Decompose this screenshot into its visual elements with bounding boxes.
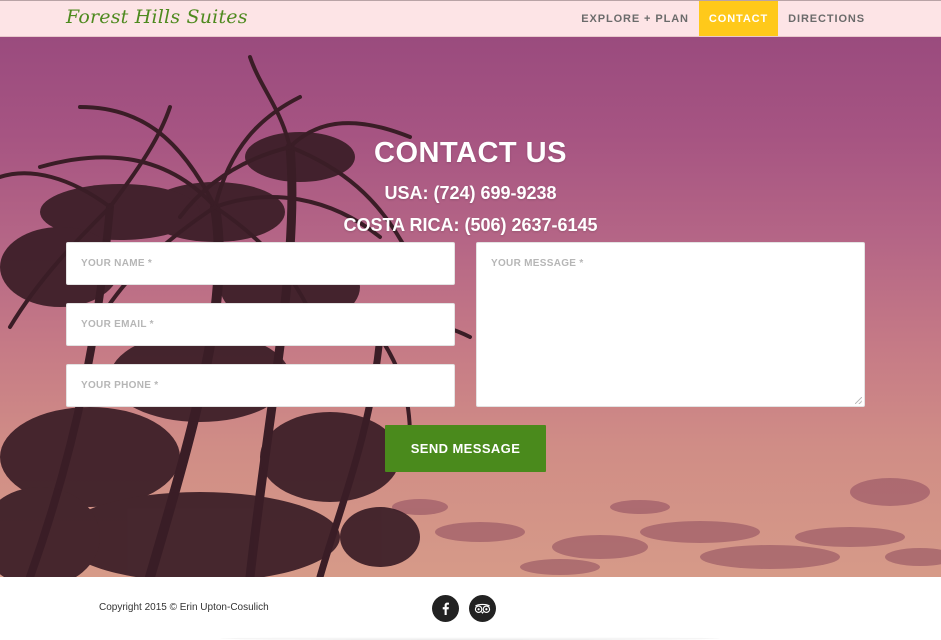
top-navbar: Forest Hills Suites EXPLORE + PLAN CONTA… [0, 0, 941, 37]
message-placeholder: YOUR MESSAGE * [491, 258, 584, 269]
send-message-button[interactable]: SEND MESSAGE [385, 425, 546, 472]
name-input[interactable]: YOUR NAME * [66, 242, 455, 285]
phone-input[interactable]: YOUR PHONE * [66, 364, 455, 407]
email-input[interactable]: YOUR EMAIL * [66, 303, 455, 346]
phone-usa: USA: (724) 699-9238 [384, 183, 557, 203]
nav-item-directions[interactable]: DIRECTIONS [778, 1, 875, 36]
facebook-icon [442, 602, 449, 615]
message-textarea[interactable]: YOUR MESSAGE * [476, 242, 865, 407]
site-logo[interactable]: Forest Hills Suites [66, 6, 248, 28]
phone-costa-rica: COSTA RICA: (506) 2637-6145 [343, 215, 598, 235]
facebook-link[interactable] [432, 595, 459, 622]
nav-item-explore-plan[interactable]: EXPLORE + PLAN [571, 1, 699, 36]
footer: Copyright 2015 © Erin Upton-Cosulich [0, 577, 941, 640]
nav-menu: EXPLORE + PLAN CONTACT DIRECTIONS [571, 1, 875, 36]
clouds-decoration [392, 478, 941, 575]
phone-placeholder: YOUR PHONE * [81, 380, 159, 391]
email-placeholder: YOUR EMAIL * [81, 319, 154, 330]
name-placeholder: YOUR NAME * [81, 258, 153, 269]
nav-item-contact[interactable]: CONTACT [698, 1, 779, 36]
resize-handle-icon[interactable] [855, 397, 862, 404]
tripadvisor-icon [474, 603, 491, 614]
tripadvisor-link[interactable] [469, 595, 496, 622]
hero-section: CONTACT US USA: (724) 699-9238 COSTA RIC… [0, 37, 941, 577]
copyright-text: Copyright 2015 © Erin Upton-Cosulich [99, 602, 269, 613]
contact-title: CONTACT US [374, 137, 567, 169]
